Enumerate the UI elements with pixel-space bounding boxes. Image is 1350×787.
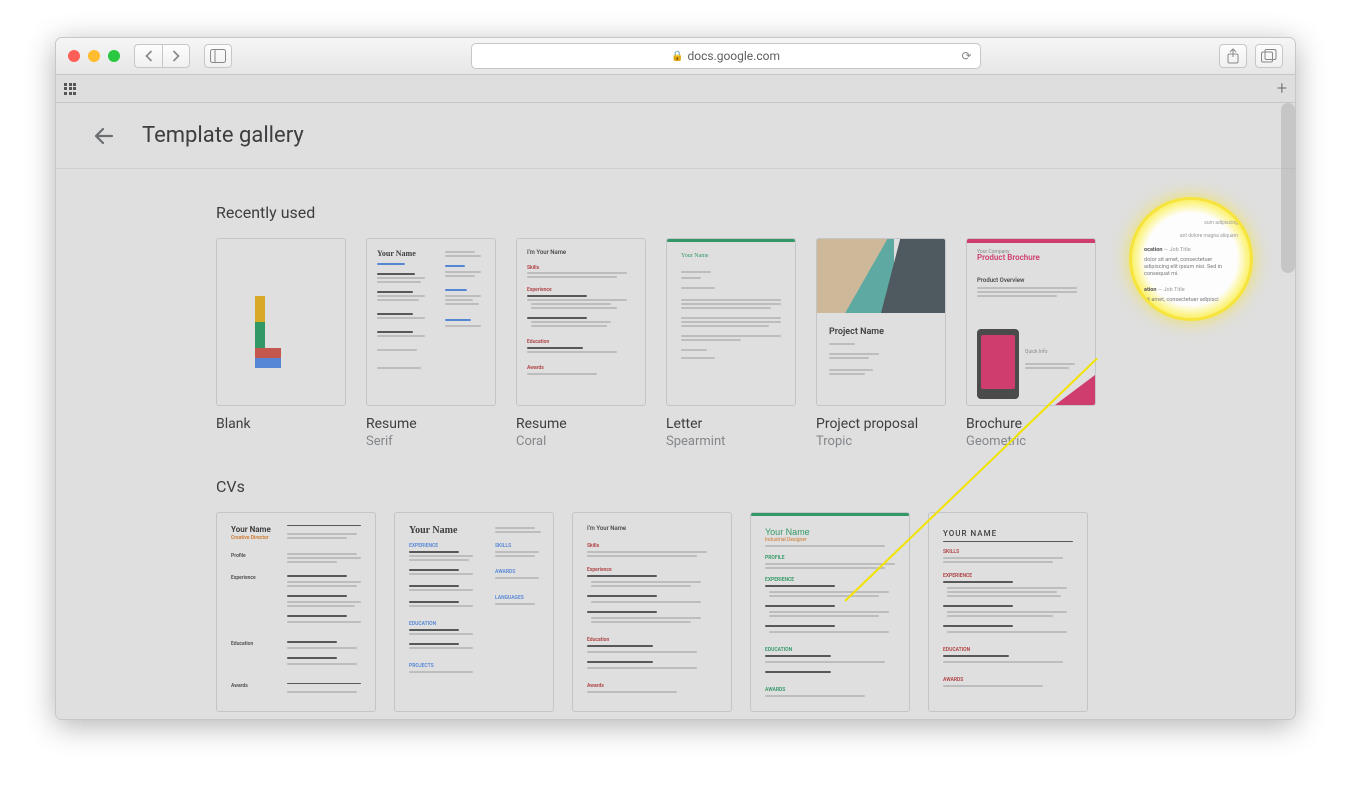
template-subtitle: Coral (516, 434, 646, 449)
url-text: docs.google.com (687, 49, 780, 63)
template-title: Resume (516, 416, 646, 432)
tab-strip: + (56, 75, 1295, 103)
tabs-icon (1261, 49, 1277, 63)
thumb-name: I'm Your Name (527, 249, 566, 256)
template-card-cv-2[interactable]: Your Name EXPERIENCE EDUCATION (394, 512, 554, 712)
scrollbar-thumb[interactable] (1281, 103, 1295, 273)
thumb-brochure-title: Product Brochure (977, 253, 1040, 262)
template-thumb-project-proposal[interactable]: Project Name (816, 238, 946, 406)
template-title: Project proposal (816, 416, 946, 432)
template-card-resume-coral[interactable]: I'm Your Name Skills Experience Educatio… (516, 238, 646, 449)
template-thumb-cv-1[interactable]: Your Name Creative Director Profile Expe… (216, 512, 376, 712)
template-thumb-brochure[interactable]: Your Company Product Brochure Product Ov… (966, 238, 1096, 406)
lock-icon: 🔒 (671, 51, 683, 62)
thumb-name: Your Name (681, 253, 709, 259)
template-subtitle: Spearmint (666, 434, 796, 449)
thumb-overview: Product Overview (977, 277, 1024, 284)
template-card-cv-5[interactable]: YOUR NAME SKILLS EXPERIENCE (928, 512, 1088, 712)
magnifier-highlight: sum adipiscing ant dolore magna aliquam … (1132, 200, 1250, 318)
chevron-right-icon (166, 46, 186, 66)
template-card-blank[interactable]: Blank (216, 238, 346, 449)
window-controls (68, 50, 120, 62)
plus-icon (255, 296, 307, 348)
template-subtitle: Serif (366, 434, 496, 449)
sidebar-icon (210, 49, 226, 63)
template-card-brochure-geometric[interactable]: Your Company Product Brochure Product Ov… (966, 238, 1096, 449)
template-subtitle: Tropic (816, 434, 946, 449)
sidebar-toggle-button[interactable] (204, 44, 232, 68)
page-content: Template gallery Recently used Blank (56, 103, 1295, 719)
gallery-title: Template gallery (142, 123, 304, 148)
url-bar[interactable]: 🔒 docs.google.com ⟳ (471, 43, 981, 69)
template-thumb-letter-spearmint[interactable]: Your Name (666, 238, 796, 406)
template-thumb-blank[interactable] (216, 238, 346, 406)
chevron-left-icon (139, 46, 159, 66)
section-cvs-title: CVs (216, 477, 1135, 496)
gallery-body[interactable]: Recently used Blank Your Name (56, 169, 1295, 719)
thumb-name: Your Name (765, 527, 810, 537)
recently-used-row: Blank Your Name (216, 238, 1135, 449)
forward-button[interactable] (162, 44, 190, 68)
share-button[interactable] (1219, 44, 1247, 68)
browser-window: 🔒 docs.google.com ⟳ (55, 37, 1296, 720)
thumb-role: Industrial Designer (765, 537, 807, 543)
arrow-left-icon (92, 124, 116, 148)
template-card-letter-spearmint[interactable]: Your Name (666, 238, 796, 449)
section-recently-used-title: Recently used (216, 203, 1135, 222)
template-subtitle: Geometric (966, 434, 1096, 449)
cvs-row: Your Name Creative Director Profile Expe… (216, 512, 1135, 712)
gallery-header: Template gallery (56, 103, 1295, 169)
back-button[interactable] (134, 44, 162, 68)
thumb-name: YOUR NAME (943, 529, 997, 538)
tabs-button[interactable] (1255, 44, 1283, 68)
magnifier-content: sum adipiscing ant dolore magna aliquam … (1144, 220, 1238, 304)
template-thumb-cv-4[interactable]: Your Name Industrial Designer PROFILE EX… (750, 512, 910, 712)
template-thumb-resume-coral[interactable]: I'm Your Name Skills Experience Educatio… (516, 238, 646, 406)
template-title: Brochure (966, 416, 1096, 432)
template-thumb-cv-3[interactable]: I'm Your Name Skills Experience Ed (572, 512, 732, 712)
template-title: Letter (666, 416, 796, 432)
nav-back-forward-group (134, 44, 190, 68)
template-card-resume-serif[interactable]: Your Name (366, 238, 496, 449)
template-card-cv-3[interactable]: I'm Your Name Skills Experience Ed (572, 512, 732, 712)
thumb-name: Your Name (377, 249, 416, 258)
thumb-role: Creative Director (231, 535, 269, 541)
close-window-button[interactable] (68, 50, 80, 62)
template-card-cv-4[interactable]: Your Name Industrial Designer PROFILE EX… (750, 512, 910, 712)
template-card-project-proposal[interactable]: Project Name Project proposal Tropic (816, 238, 946, 449)
maximize-window-button[interactable] (108, 50, 120, 62)
new-tab-button[interactable]: + (1277, 78, 1287, 99)
minimize-window-button[interactable] (88, 50, 100, 62)
thumb-name: Project Name (829, 327, 884, 337)
gallery-back-button[interactable] (84, 116, 124, 156)
template-thumb-cv-5[interactable]: YOUR NAME SKILLS EXPERIENCE (928, 512, 1088, 712)
thumb-name: Your Name (409, 525, 457, 536)
reload-button[interactable]: ⟳ (961, 49, 971, 63)
template-thumb-resume-serif[interactable]: Your Name (366, 238, 496, 406)
template-thumb-cv-2[interactable]: Your Name EXPERIENCE EDUCATION (394, 512, 554, 712)
template-title: Blank (216, 416, 346, 432)
thumb-name: Your Name (231, 525, 271, 534)
browser-toolbar: 🔒 docs.google.com ⟳ (56, 38, 1295, 75)
share-icon (1226, 48, 1240, 64)
template-card-cv-1[interactable]: Your Name Creative Director Profile Expe… (216, 512, 376, 712)
template-title: Resume (366, 416, 496, 432)
apps-grid-icon[interactable] (64, 83, 76, 95)
